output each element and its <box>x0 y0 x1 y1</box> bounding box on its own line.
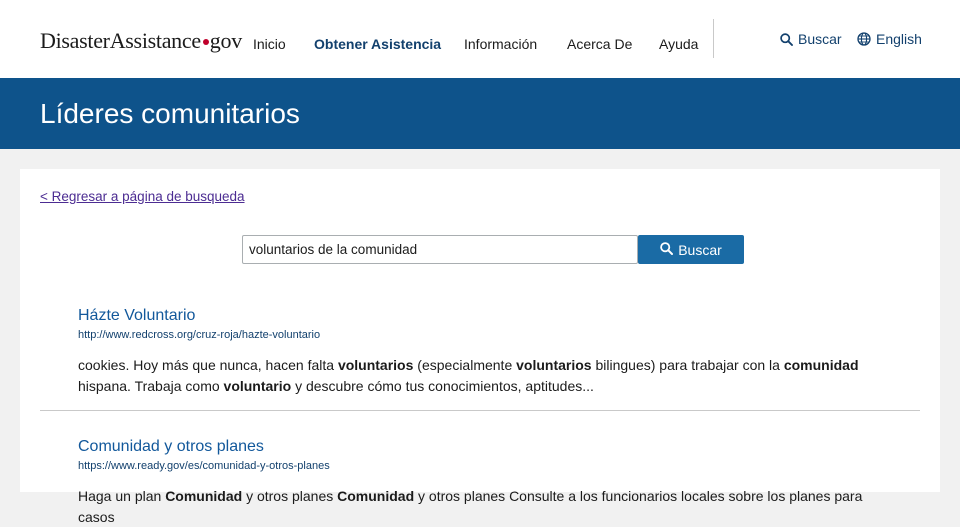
snippet-keyword: voluntario <box>223 377 292 394</box>
result-url[interactable]: http://www.redcross.org/cruz-roja/hazte-… <box>78 329 898 341</box>
site-logo[interactable]: DisasterAssistance gov <box>40 28 242 54</box>
language-label: English <box>876 31 922 47</box>
snippet-keyword: Comunidad <box>165 488 243 504</box>
snippet-text: cookies. Hoy más que nunca, hacen falta <box>78 357 338 373</box>
nav-item-obtener-asistencia[interactable]: Obtener Asistencia <box>314 36 441 52</box>
nav-item-ayuda[interactable]: Ayuda <box>659 36 698 52</box>
snippet-text: y descubre cómo tus conocimientos, aptit… <box>291 377 594 394</box>
nav-item-acerca-de[interactable]: Acerca De <box>567 36 632 52</box>
logo-text-gov: gov <box>209 28 242 53</box>
result-title-link[interactable]: Comunidad y otros planes <box>78 438 898 456</box>
result-title-link[interactable]: Házte Voluntario <box>78 307 898 325</box>
search-input[interactable] <box>242 235 638 264</box>
search-button-label: Buscar <box>678 241 722 258</box>
header-search-link[interactable]: Buscar <box>780 31 842 47</box>
globe-icon <box>857 32 871 46</box>
snippet-text: y otros planes <box>242 488 338 504</box>
search-icon <box>780 32 793 46</box>
logo-text-assistance: Assistance <box>109 28 201 53</box>
search-icon <box>660 241 674 258</box>
snippet-keyword: Comunidad <box>337 488 415 504</box>
back-to-search-link[interactable]: < Regresar a página de busqueda <box>40 189 245 204</box>
page-banner: Líderes comunitarios <box>0 78 960 149</box>
logo-dot-icon <box>202 38 209 45</box>
page-title: Líderes comunitarios <box>40 98 300 129</box>
snippet-keyword: comunidad <box>783 357 859 373</box>
nav-item-informacion[interactable]: Información <box>464 36 537 52</box>
site-header: DisasterAssistance gov Inicio Obtener Asi… <box>0 0 960 78</box>
header-search-label: Buscar <box>798 31 842 47</box>
search-button[interactable]: Buscar <box>638 235 744 264</box>
snippet-text: (especialmente <box>413 357 517 373</box>
nav-item-inicio[interactable]: Inicio <box>253 36 286 52</box>
snippet-keyword: voluntarios <box>337 357 414 373</box>
language-toggle[interactable]: English <box>857 31 922 47</box>
result-url[interactable]: https://www.ready.gov/es/comunidad-y-otr… <box>78 460 898 472</box>
snippet-text: hispana. Trabaja como <box>78 377 224 394</box>
result-divider <box>40 410 920 411</box>
snippet-keyword: voluntarios <box>516 357 592 373</box>
nav-divider <box>713 19 714 58</box>
logo-text-disaster: Disaster <box>40 28 110 53</box>
snippet-text: Haga un plan <box>78 488 166 504</box>
result-snippet: Haga un plan Comunidad y otros planes Co… <box>78 486 898 527</box>
search-result: Comunidad y otros planes https://www.rea… <box>78 438 898 527</box>
search-result: Házte Voluntario http://www.redcross.org… <box>78 307 898 396</box>
snippet-text: bilingues) para trabajar con la <box>591 357 784 373</box>
result-snippet: cookies. Hoy más que nunca, hacen falta … <box>78 355 898 396</box>
search-results-panel: < Regresar a página de busqueda Buscar H… <box>20 169 940 525</box>
